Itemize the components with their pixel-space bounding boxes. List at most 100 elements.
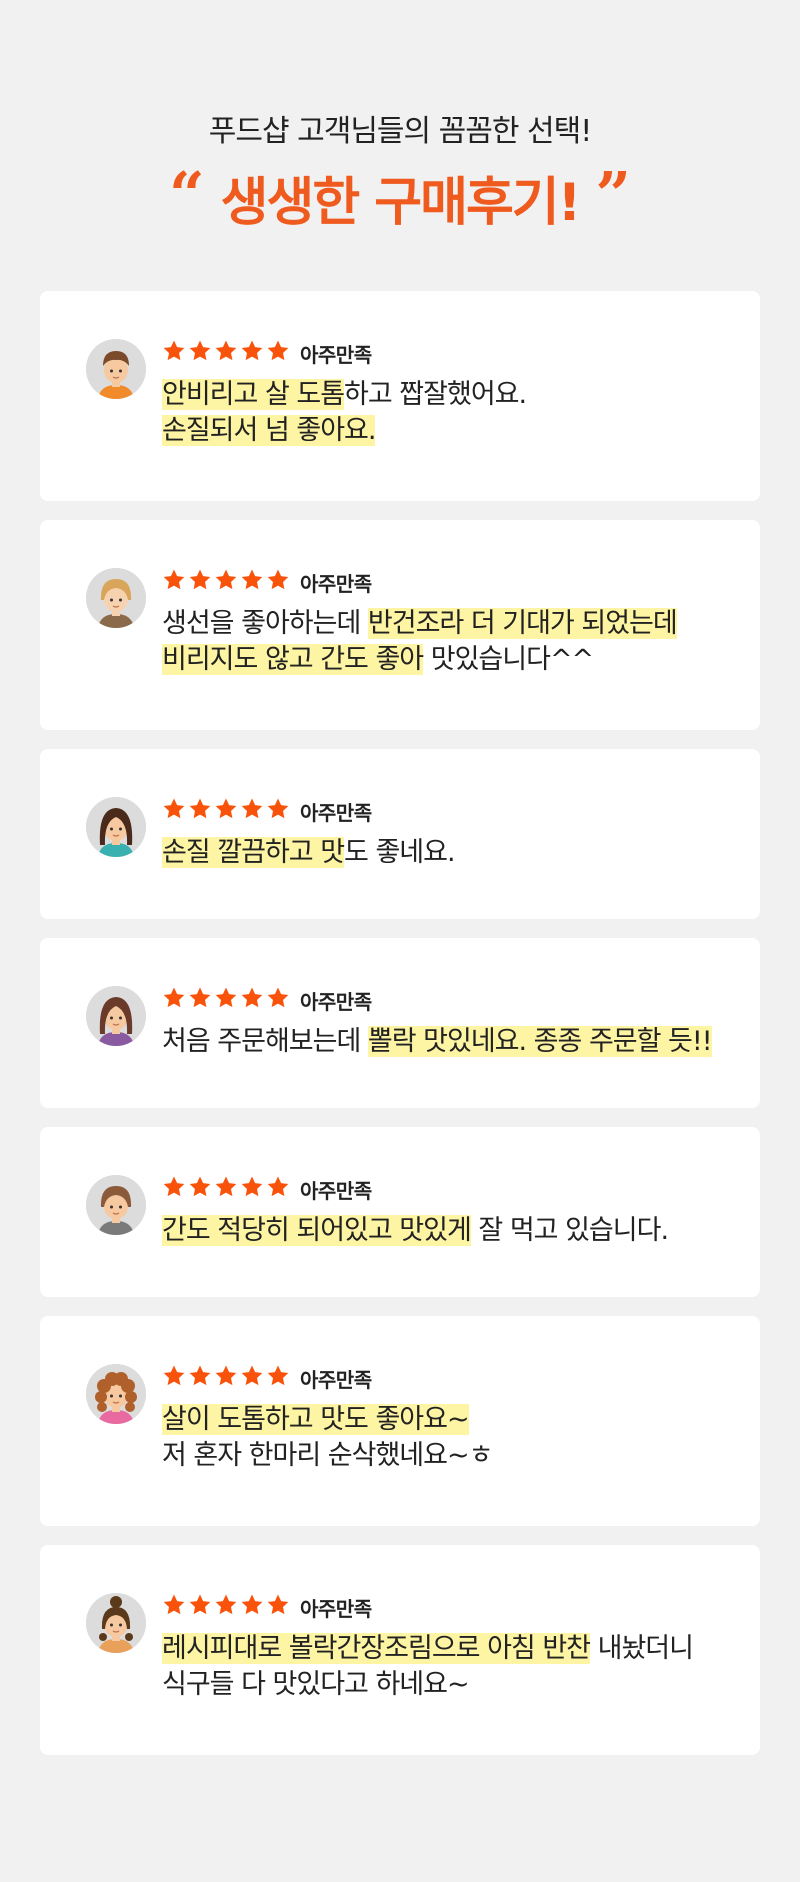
curly-avatar-icon xyxy=(86,1364,146,1424)
star-icon xyxy=(188,797,212,825)
highlighted-text: 비리지도 않고 간도 좋아 xyxy=(162,644,424,675)
star-icon xyxy=(188,339,212,367)
review-text-segment: 식구들 다 맛있다고 하네요~ xyxy=(162,1669,470,1700)
review-content: 아주만족간도 적당히 되어있고 맛있게 잘 먹고 있습니다. xyxy=(162,1175,740,1249)
star-icon xyxy=(162,339,186,367)
rating-label: 아주만족 xyxy=(300,1596,372,1621)
star-icon xyxy=(162,1364,186,1392)
star-icon xyxy=(162,1175,186,1203)
man-avatar-icon xyxy=(86,1175,146,1235)
review-card: 아주만족간도 적당히 되어있고 맛있게 잘 먹고 있습니다. xyxy=(40,1127,760,1297)
review-content: 아주만족손질 깔끔하고 맛도 좋네요. xyxy=(162,797,740,871)
rating-row: 아주만족 xyxy=(162,1364,740,1392)
star-icon xyxy=(240,1593,264,1621)
star-icon xyxy=(266,1175,290,1203)
close-quote-mark: ” xyxy=(595,158,632,231)
review-list: 아주만족 안비리고 살 도톰하고 짭잘했어요. 손질되서 넘 좋아요. 아주만족 생선… xyxy=(40,291,760,1755)
highlighted-text: 레시피대로 볼락간장조림으로 아침 반찬 xyxy=(162,1633,591,1664)
review-content: 아주만족처음 주문해보는데 뽈락 맛있네요. 종종 주문할 듯!! xyxy=(162,986,740,1060)
star-icon xyxy=(162,1593,186,1621)
blond-avatar-icon xyxy=(86,568,146,628)
review-card: 아주만족처음 주문해보는데 뽈락 맛있네요. 종종 주문할 듯!! xyxy=(40,938,760,1108)
highlighted-text: 반건조라 더 기대가 되었는데 xyxy=(367,608,678,639)
page-title-row: “ 생생한 구매후기! ” xyxy=(0,164,800,238)
review-text: 살이 도톰하고 맛도 좋아요~ 저 혼자 한마리 순삭했네요~ㅎ xyxy=(162,1402,740,1474)
star-rating xyxy=(162,1175,290,1203)
rating-label: 아주만족 xyxy=(300,342,372,367)
star-icon xyxy=(266,339,290,367)
highlighted-text: 안비리고 살 도톰 xyxy=(162,379,345,410)
review-line: 처음 주문해보는데 뽈락 맛있네요. 종종 주문할 듯!! xyxy=(162,1024,740,1060)
highlighted-text: 손질되서 넘 좋아요. xyxy=(162,415,376,446)
review-line: 손질되서 넘 좋아요. xyxy=(162,413,740,449)
star-icon xyxy=(162,797,186,825)
review-line: 비리지도 않고 간도 좋아 맛있습니다^^ xyxy=(162,642,740,678)
star-icon xyxy=(214,797,238,825)
rating-label: 아주만족 xyxy=(300,1178,372,1203)
highlighted-text: 살이 도톰하고 맛도 좋아요~ xyxy=(162,1404,470,1435)
review-card: 아주만족살이 도톰하고 맛도 좋아요~ 저 혼자 한마리 순삭했네요~ㅎ xyxy=(40,1316,760,1526)
review-content: 아주만족 생선을 좋아하는데 반건조라 더 기대가 되었는데 비리지도 않고 간도 … xyxy=(162,568,740,678)
review-text-segment: 하고 짭잘했어요. xyxy=(344,379,527,410)
star-icon xyxy=(266,797,290,825)
review-text: 처음 주문해보는데 뽈락 맛있네요. 종종 주문할 듯!! xyxy=(162,1024,740,1060)
review-line: 레시피대로 볼락간장조림으로 아침 반찬 내놨더니 xyxy=(162,1631,740,1667)
highlighted-text: 손질 깔끔하고 맛 xyxy=(162,837,345,868)
review-text-segment: 잘 먹고 있습니다. xyxy=(470,1215,669,1246)
review-card: 아주만족손질 깔끔하고 맛도 좋네요. xyxy=(40,749,760,919)
review-text-segment: 맛있습니다^^ xyxy=(423,644,594,675)
star-icon xyxy=(188,568,212,596)
star-icon xyxy=(240,568,264,596)
star-icon xyxy=(214,1593,238,1621)
star-rating xyxy=(162,339,290,367)
review-line: 저 혼자 한마리 순삭했네요~ㅎ xyxy=(162,1438,740,1474)
review-text-segment: 도 좋네요. xyxy=(344,837,456,868)
review-line: 살이 도톰하고 맛도 좋아요~ xyxy=(162,1402,740,1438)
star-rating xyxy=(162,986,290,1014)
review-text: 손질 깔끔하고 맛도 좋네요. xyxy=(162,835,740,871)
girl-avatar-icon xyxy=(86,797,146,857)
review-text: 안비리고 살 도톰하고 짭잘했어요. 손질되서 넘 좋아요. xyxy=(162,377,740,449)
review-content: 아주만족 안비리고 살 도톰하고 짭잘했어요. 손질되서 넘 좋아요. xyxy=(162,339,740,449)
star-icon xyxy=(188,1175,212,1203)
review-card: 아주만족 안비리고 살 도톰하고 짭잘했어요. 손질되서 넘 좋아요. xyxy=(40,291,760,501)
star-icon xyxy=(188,1364,212,1392)
star-icon xyxy=(240,986,264,1014)
star-icon xyxy=(214,1175,238,1203)
boy-avatar-icon xyxy=(86,339,146,399)
rating-label: 아주만족 xyxy=(300,571,372,596)
star-rating xyxy=(162,797,290,825)
star-icon xyxy=(214,339,238,367)
star-rating xyxy=(162,1364,290,1392)
rating-row: 아주만족 xyxy=(162,339,740,367)
review-text-segment: 생선을 좋아하는데 xyxy=(162,608,368,639)
highlighted-text: 뽈락 맛있네요. 종종 주문할 듯!! xyxy=(367,1026,713,1057)
review-text-segment: 처음 주문해보는데 xyxy=(162,1026,368,1057)
review-text: 간도 적당히 되어있고 맛있게 잘 먹고 있습니다. xyxy=(162,1213,740,1249)
review-text-segment: 저 혼자 한마리 순삭했네요~ㅎ xyxy=(162,1440,493,1471)
rating-label: 아주만족 xyxy=(300,800,372,825)
review-line: 간도 적당히 되어있고 맛있게 잘 먹고 있습니다. xyxy=(162,1213,740,1249)
star-icon xyxy=(240,339,264,367)
star-icon xyxy=(188,986,212,1014)
rating-label: 아주만족 xyxy=(300,989,372,1014)
star-icon xyxy=(162,986,186,1014)
review-line: 안비리고 살 도톰하고 짭잘했어요. xyxy=(162,377,740,413)
open-quote-mark: “ xyxy=(168,158,205,231)
star-icon xyxy=(240,1364,264,1392)
woman-avatar-icon xyxy=(86,986,146,1046)
star-icon xyxy=(188,1593,212,1621)
review-content: 아주만족 레시피대로 볼락간장조림으로 아침 반찬 내놨더니 식구들 다 맛있다고 … xyxy=(162,1593,740,1703)
star-rating xyxy=(162,1593,290,1621)
highlighted-text: 간도 적당히 되어있고 맛있게 xyxy=(162,1215,472,1246)
star-icon xyxy=(214,986,238,1014)
rating-row: 아주만족 xyxy=(162,986,740,1014)
rating-row: 아주만족 xyxy=(162,797,740,825)
review-card: 아주만족 생선을 좋아하는데 반건조라 더 기대가 되었는데 비리지도 않고 간도 … xyxy=(40,520,760,730)
rating-label: 아주만족 xyxy=(300,1367,372,1392)
bun-avatar-icon xyxy=(86,1593,146,1653)
page-header: 푸드샵 고객님들의 꼼꼼한 선택! “ 생생한 구매후기! ” xyxy=(0,110,800,238)
star-icon xyxy=(266,1593,290,1621)
page-subtitle: 푸드샵 고객님들의 꼼꼼한 선택! xyxy=(208,114,592,149)
review-text-segment: 내놨더니 xyxy=(590,1633,694,1664)
